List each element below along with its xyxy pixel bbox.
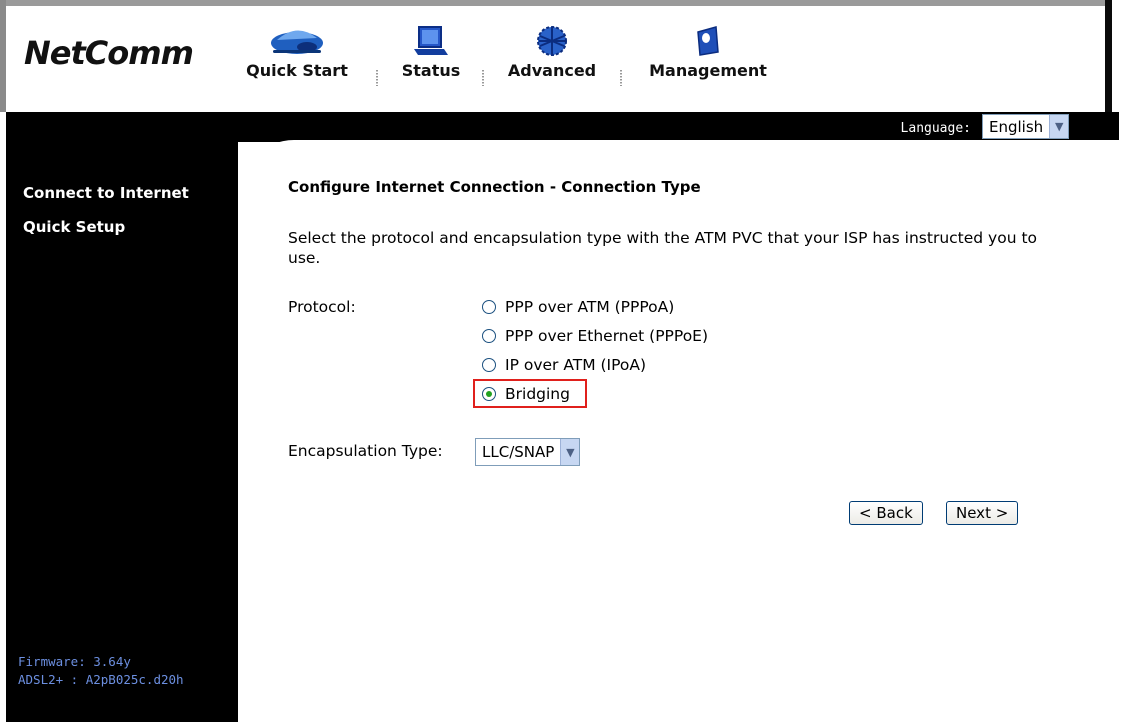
protocol-option-label: PPP over Ethernet (PPPoE) xyxy=(505,327,709,345)
nav-label-advanced: Advanced xyxy=(507,61,597,80)
adsl-version: ADSL2+ : A2pB025c.d20h xyxy=(18,672,184,687)
protocol-label: Protocol: xyxy=(288,298,356,316)
management-icon xyxy=(697,26,719,56)
nav-separator xyxy=(376,70,378,86)
protocol-option-pppoe[interactable]: PPP over Ethernet (PPPoE) xyxy=(482,327,708,345)
radio-button[interactable] xyxy=(482,358,496,372)
protocol-option-ipoa[interactable]: IP over ATM (IPoA) xyxy=(482,356,646,374)
sidebar: Connect to Internet Quick Setup Firmware… xyxy=(6,142,238,722)
radio-button[interactable] xyxy=(482,300,496,314)
nav-label-status: Status xyxy=(401,61,461,80)
encapsulation-label: Encapsulation Type: xyxy=(288,442,443,460)
nav-label-quick-start: Quick Start xyxy=(246,61,348,80)
netcomm-logo: NetComm xyxy=(24,34,194,72)
language-select[interactable]: English ▼ xyxy=(982,114,1070,139)
encapsulation-value: LLC/SNAP xyxy=(482,443,555,461)
radio-button[interactable] xyxy=(482,329,496,343)
nav-status[interactable]: Status xyxy=(396,24,466,80)
protocol-option-pppoa[interactable]: PPP over ATM (PPPoA) xyxy=(482,298,674,316)
globe-icon xyxy=(537,26,567,56)
nav-quick-start[interactable]: Quick Start xyxy=(242,24,352,80)
firmware-version: Firmware: 3.64y xyxy=(18,654,131,669)
main-content: Configure Internet Connection - Connecti… xyxy=(238,140,1125,722)
page-title: Configure Internet Connection - Connecti… xyxy=(288,178,701,196)
protocol-option-label: PPP over ATM (PPPoA) xyxy=(505,298,675,316)
next-button[interactable]: Next > xyxy=(946,501,1019,525)
encapsulation-select[interactable]: LLC/SNAP ▼ xyxy=(475,438,581,466)
nav-separator xyxy=(482,70,484,86)
nav-advanced[interactable]: Advanced xyxy=(502,24,602,80)
protocol-option-label: IP over ATM (IPoA) xyxy=(505,356,647,374)
window-frame-right xyxy=(1105,0,1112,112)
nav-label-management: Management xyxy=(649,61,767,80)
sidebar-item-quick-setup[interactable]: Quick Setup xyxy=(23,218,125,236)
nav-management[interactable]: Management xyxy=(644,24,772,80)
laptop-icon xyxy=(414,26,448,55)
language-label: Language: xyxy=(900,121,971,136)
back-button[interactable]: < Back xyxy=(849,501,923,525)
page-description: Select the protocol and encapsulation ty… xyxy=(288,229,1038,267)
selection-highlight xyxy=(473,379,587,408)
header: NetComm Quick Start Status Advanced Mana… xyxy=(6,6,1105,112)
sidebar-item-connect-to-internet[interactable]: Connect to Internet xyxy=(23,184,189,202)
top-band: Language: English ▼ xyxy=(6,112,1119,142)
chevron-down-icon: ▼ xyxy=(560,439,580,465)
nav-separator xyxy=(620,70,622,86)
chevron-down-icon: ▼ xyxy=(1049,115,1069,138)
car-icon xyxy=(271,30,323,54)
language-value: English xyxy=(989,117,1044,136)
